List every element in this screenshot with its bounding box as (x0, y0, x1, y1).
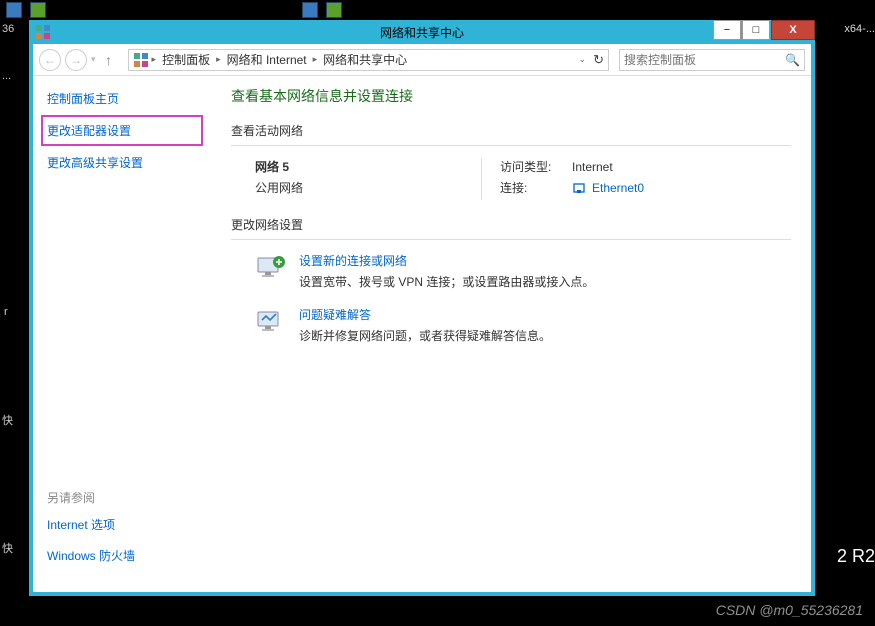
breadcrumb-separator: ▸ (216, 54, 221, 65)
control-panel-icon (133, 52, 149, 68)
sidebar-internet-options-link[interactable]: Internet 选项 (47, 516, 197, 533)
taskbar-icon[interactable] (326, 2, 342, 18)
sidebar-advanced-link[interactable]: 更改高级共享设置 (47, 154, 197, 171)
sidebar: 控制面板主页 更改适配器设置 更改高级共享设置 另请参阅 Internet 选项… (33, 76, 211, 592)
connection-label: 连接: (500, 179, 572, 196)
desktop-label: 2 R2 (837, 546, 875, 567)
refresh-button[interactable]: ↻ (593, 52, 604, 68)
forward-button[interactable]: → (65, 49, 87, 71)
connection-link[interactable]: Ethernet0 (592, 181, 644, 195)
window-controls: − □ X (712, 20, 815, 40)
network-type: 公用网络 (255, 179, 481, 196)
setup-connection-link[interactable]: 设置新的连接或网络 (299, 252, 594, 269)
minimize-button[interactable]: − (713, 20, 741, 40)
main-panel: 查看基本网络信息并设置连接 查看活动网络 网络 5 公用网络 访问类型: Int… (211, 76, 811, 592)
breadcrumb-separator: ▸ (152, 54, 157, 65)
address-dropdown[interactable]: ⌄ (578, 54, 586, 65)
active-network-row: 网络 5 公用网络 访问类型: Internet 连接: Ethernet0 (231, 158, 791, 200)
desktop-edge-text: ... (2, 70, 11, 82)
sidebar-home-link[interactable]: 控制面板主页 (47, 90, 197, 107)
change-settings-heading: 更改网络设置 (231, 216, 791, 240)
search-box[interactable]: 🔍 (619, 49, 805, 71)
taskbar-icon[interactable] (6, 2, 22, 18)
taskbar-icon[interactable] (30, 2, 46, 18)
up-button[interactable]: ↑ (100, 52, 118, 68)
breadcrumb-item[interactable]: 网络和 Internet (224, 51, 310, 68)
back-button[interactable]: ← (39, 49, 61, 71)
breadcrumb-item[interactable]: 网络和共享中心 (320, 51, 410, 68)
desktop-edge-text: 快 (2, 540, 13, 556)
setup-connection-item: 设置新的连接或网络 设置宽带、拨号或 VPN 连接；或设置路由器或接入点。 (231, 252, 791, 290)
search-input[interactable] (624, 53, 785, 67)
breadcrumb-separator: ▸ (313, 54, 318, 65)
see-also-heading: 另请参阅 (47, 489, 197, 506)
access-type-label: 访问类型: (500, 158, 572, 175)
watermark: CSDN @m0_55236281 (716, 602, 863, 618)
setup-connection-icon (255, 252, 287, 284)
active-networks-heading: 查看活动网络 (231, 122, 791, 146)
sidebar-adapter-link[interactable]: 更改适配器设置 (47, 121, 197, 140)
maximize-button[interactable]: □ (742, 20, 770, 40)
access-type-value: Internet (572, 160, 613, 174)
taskbar (0, 0, 875, 20)
breadcrumb-item[interactable]: 控制面板 (159, 51, 213, 68)
navigation-bar: ← → ▾ ↑ ▸ 控制面板 ▸ 网络和 Internet ▸ 网络和共享中心 … (33, 44, 811, 76)
close-button[interactable]: X (771, 20, 815, 40)
network-sharing-center-window: 网络和共享中心 − □ X ← → ▾ ↑ ▸ 控制面板 ▸ 网络和 Inter… (29, 20, 815, 596)
titlebar[interactable]: 网络和共享中心 − □ X (29, 20, 815, 44)
desktop-edge-text: r (4, 306, 8, 318)
setup-connection-desc: 设置宽带、拨号或 VPN 连接；或设置路由器或接入点。 (299, 275, 594, 289)
desktop-edge-text: 快 (2, 412, 13, 428)
network-name: 网络 5 (255, 158, 481, 175)
sidebar-firewall-link[interactable]: Windows 防火墙 (47, 547, 197, 564)
troubleshoot-link[interactable]: 问题疑难解答 (299, 306, 551, 323)
troubleshoot-icon (255, 306, 287, 338)
history-dropdown[interactable]: ▾ (91, 54, 96, 65)
troubleshoot-item: 问题疑难解答 诊断并修复网络问题，或者获得疑难解答信息。 (231, 306, 791, 344)
address-bar[interactable]: ▸ 控制面板 ▸ 网络和 Internet ▸ 网络和共享中心 ⌄ ↻ (128, 49, 609, 71)
content-area: 控制面板主页 更改适配器设置 更改高级共享设置 另请参阅 Internet 选项… (33, 76, 811, 592)
window-title: 网络和共享中心 (380, 24, 464, 41)
taskbar-icon[interactable] (302, 2, 318, 18)
page-heading: 查看基本网络信息并设置连接 (231, 86, 791, 106)
ethernet-icon (572, 181, 586, 195)
search-icon[interactable]: 🔍 (785, 53, 800, 67)
troubleshoot-desc: 诊断并修复网络问题，或者获得疑难解答信息。 (299, 329, 551, 343)
window-icon (35, 24, 51, 40)
desktop-label: x64-... (844, 23, 875, 35)
desktop-label: 36 (2, 23, 14, 35)
